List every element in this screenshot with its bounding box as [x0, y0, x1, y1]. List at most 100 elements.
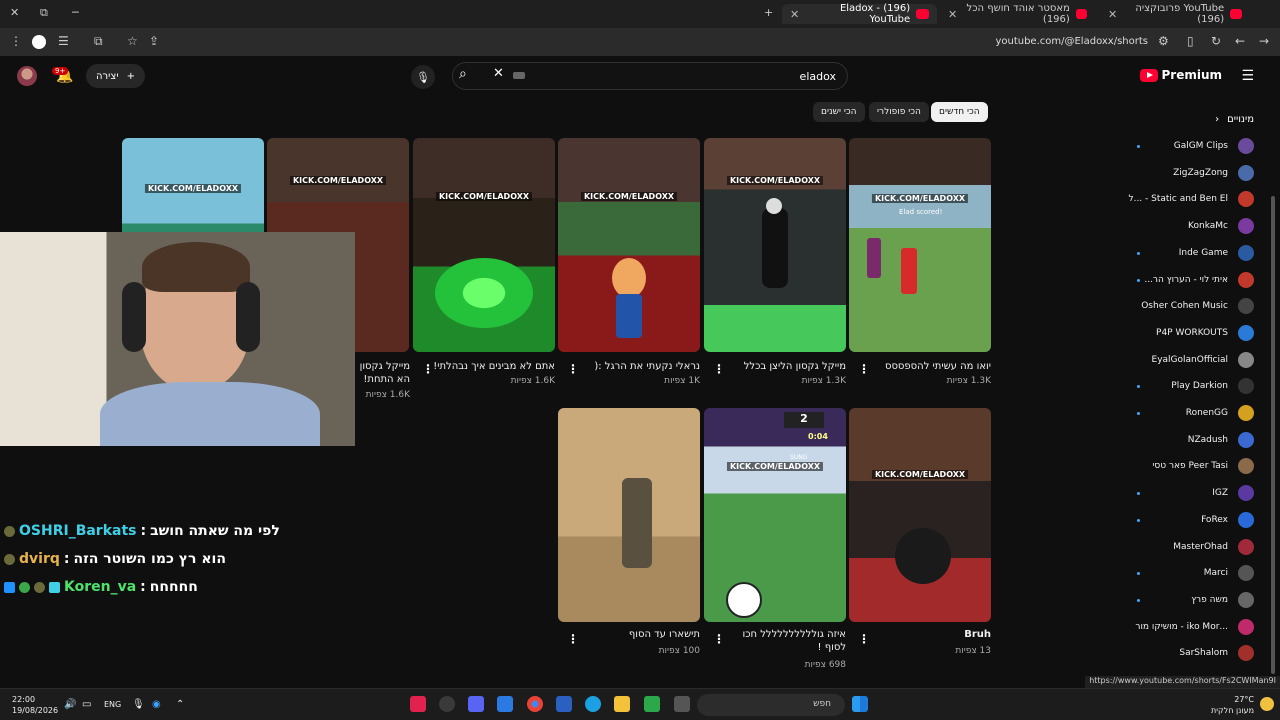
task-view-icon[interactable] — [674, 696, 690, 712]
back-icon[interactable]: ← — [1235, 34, 1245, 48]
keyboard-icon[interactable] — [513, 72, 525, 79]
sidebar-subscription-item[interactable]: NZadush — [1188, 430, 1254, 450]
video-thumbnail[interactable]: KICK.COM/ELADOXX — [849, 408, 991, 622]
video-title[interactable]: תישארו עד הסוף — [580, 628, 700, 641]
create-button[interactable]: + יצירה — [86, 64, 145, 88]
video-thumbnail[interactable]: KICK.COM/ELADOXX — [413, 138, 555, 352]
video-thumbnail[interactable]: KICK.COM/ELADOXX Elad scored! — [849, 138, 991, 352]
discord-icon[interactable] — [468, 696, 484, 712]
sidebar-subscription-item[interactable]: משה פרץ — [1191, 590, 1254, 610]
chip-oldest[interactable]: הכי ישנים — [813, 102, 865, 122]
extensions-icon[interactable]: ⧉ — [94, 34, 103, 49]
windows-start-icon[interactable] — [852, 696, 868, 712]
microphone-icon[interactable]: 🎙 — [411, 65, 435, 89]
sidebar-scrollbar[interactable] — [1271, 196, 1275, 674]
hamburger-menu-icon[interactable]: ☰ — [1241, 68, 1254, 84]
video-title[interactable]: מייקל גקסון הא התחת! — [350, 360, 410, 386]
sidebar-subscription-item[interactable]: ZigZagZong — [1173, 163, 1254, 183]
more-options-icon[interactable]: ⋮ — [713, 362, 725, 376]
close-icon[interactable]: ✕ — [1108, 8, 1117, 21]
edge-tray-icon[interactable]: ◉ — [152, 699, 161, 710]
subscriptions-header[interactable]: מינויים ‹ — [1215, 114, 1254, 125]
taskbar-search[interactable]: חפש — [697, 694, 845, 716]
search-icon[interactable]: ⌕ — [459, 66, 467, 82]
site-settings-icon[interactable]: ⚙ — [1158, 34, 1169, 48]
tab-eladox[interactable]: (196) Eladox - YouTube ✕ — [782, 3, 937, 25]
edge-icon[interactable] — [585, 696, 601, 712]
sidebar-subscription-item[interactable]: P4P WORKOUTS — [1156, 323, 1254, 343]
tiktok-icon[interactable] — [410, 696, 426, 712]
new-tab-icon[interactable]: + — [764, 6, 773, 19]
more-options-icon[interactable]: ⋮ — [422, 362, 434, 376]
chat-badge-icon — [34, 581, 45, 593]
reload-icon[interactable]: ↻ — [1211, 34, 1221, 48]
sidebar-subscription-item[interactable]: MasterOhad — [1173, 537, 1254, 557]
calculator-icon[interactable] — [556, 696, 572, 712]
store-icon[interactable] — [497, 696, 513, 712]
clock[interactable]: 22:00 19/08/2026 — [12, 694, 58, 716]
video-title[interactable]: איזה גולללללללללל חכו לסוף ! — [726, 628, 846, 654]
forward-icon[interactable]: → — [1259, 34, 1269, 48]
sidebar-subscription-item[interactable]: Osher Cohen Music — [1141, 296, 1254, 316]
reading-list-icon[interactable]: ☰ — [58, 34, 69, 48]
profile-icon[interactable] — [32, 35, 46, 49]
chip-newest[interactable]: הכי חדשים — [931, 102, 988, 122]
video-title[interactable]: יואו מה עשיתי להספססס — [871, 360, 991, 373]
sidebar-subscription-item[interactable]: GalGM Clips — [1174, 136, 1254, 156]
youtube-logo[interactable]: Premium — [1140, 68, 1222, 82]
close-icon[interactable]: ✕ — [948, 8, 957, 21]
sidebar-subscription-item[interactable]: Marci — [1204, 563, 1254, 583]
sidebar-subscription-item[interactable]: Static and Ben El - ...ל — [1128, 189, 1254, 209]
chevron-up-icon[interactable]: ⌃ — [176, 699, 184, 710]
sidebar-subscription-item[interactable]: IGZ — [1212, 483, 1254, 503]
more-options-icon[interactable]: ⋮ — [567, 632, 579, 646]
more-options-icon[interactable]: ⋮ — [858, 632, 870, 646]
tab-master-ohad[interactable]: מאסטר אוהד חושף הכל (196) ✕ — [940, 3, 1095, 25]
close-icon[interactable]: ✕ — [790, 8, 799, 21]
share-icon[interactable]: ⇪ — [149, 34, 159, 48]
minimize-window-icon[interactable]: ─ — [72, 6, 79, 19]
weather-widget[interactable]: 27°C מעונן חלקית — [1211, 694, 1254, 716]
network-icon[interactable]: ▭ — [82, 699, 91, 710]
obs-icon[interactable] — [439, 696, 455, 712]
menu-dots-icon[interactable]: ⋮ — [10, 34, 22, 48]
url-field[interactable]: youtube.com/@Eladoxx/shorts — [995, 36, 1148, 47]
sidebar-subscription-item[interactable]: EyalGolanOfficial — [1152, 350, 1254, 370]
channel-name: KonkaMc — [1188, 221, 1228, 232]
file-explorer-icon[interactable] — [614, 696, 630, 712]
volume-icon[interactable]: 🔊 — [64, 699, 76, 710]
video-thumbnail[interactable]: 2 0:04 SUNG KICK.COM/ELADOXX — [704, 408, 846, 622]
search-input[interactable] — [452, 62, 848, 90]
office-icon[interactable] — [644, 696, 660, 712]
video-title[interactable]: מייקל גקסון הליצן בכלל — [726, 360, 846, 373]
more-options-icon[interactable]: ⋮ — [713, 632, 725, 646]
chrome-icon[interactable] — [527, 696, 543, 712]
sidebar-subscription-item[interactable]: FoRex — [1201, 510, 1254, 530]
sidebar-subscription-item[interactable]: Play Darkion — [1171, 376, 1254, 396]
close-window-icon[interactable]: ✕ — [10, 6, 19, 19]
video-title[interactable]: נראלי נקעתי את הרגל :( — [580, 360, 700, 373]
sidebar-subscription-item[interactable]: ...iko Mor - מושיקו מור — [1135, 617, 1254, 637]
sidebar-subscription-item[interactable]: RonenGG — [1186, 403, 1254, 423]
sidebar-subscription-item[interactable]: Peer Tasi פאר טסי — [1152, 456, 1254, 476]
sidebar-subscription-item[interactable]: איתי לוי - הערוץ הר... — [1144, 270, 1254, 290]
microphone-icon[interactable]: 🎙 — [132, 699, 145, 710]
video-thumbnail[interactable] — [558, 408, 700, 622]
video-title[interactable]: אתם לא מבינים איך נבהלתי! — [425, 360, 555, 373]
more-options-icon[interactable]: ⋮ — [858, 362, 870, 376]
sidebar-subscription-item[interactable]: KonkaMc — [1188, 216, 1254, 236]
video-thumbnail[interactable]: KICK.COM/ELADOXX — [558, 138, 700, 352]
video-title[interactable]: Bruh — [871, 628, 991, 641]
sidebar-subscription-item[interactable]: SarShalom — [1179, 643, 1254, 663]
split-view-icon[interactable]: ▯ — [1187, 34, 1194, 48]
language-indicator[interactable]: ENG — [104, 700, 121, 709]
sidebar-subscription-item[interactable]: Inde Game — [1179, 243, 1254, 263]
bookmark-star-icon[interactable]: ☆ — [127, 34, 138, 48]
tab-provocation[interactable]: YouTube פרובוקציה (196) ✕ — [1100, 3, 1250, 25]
video-thumbnail[interactable]: KICK.COM/ELADOXX — [704, 138, 846, 352]
chip-popular[interactable]: הכי פופולרי — [869, 102, 929, 122]
clear-search-icon[interactable]: ✕ — [493, 66, 504, 81]
account-avatar[interactable] — [17, 66, 37, 86]
restore-window-icon[interactable]: ⧉ — [40, 6, 48, 20]
more-options-icon[interactable]: ⋮ — [567, 362, 579, 376]
